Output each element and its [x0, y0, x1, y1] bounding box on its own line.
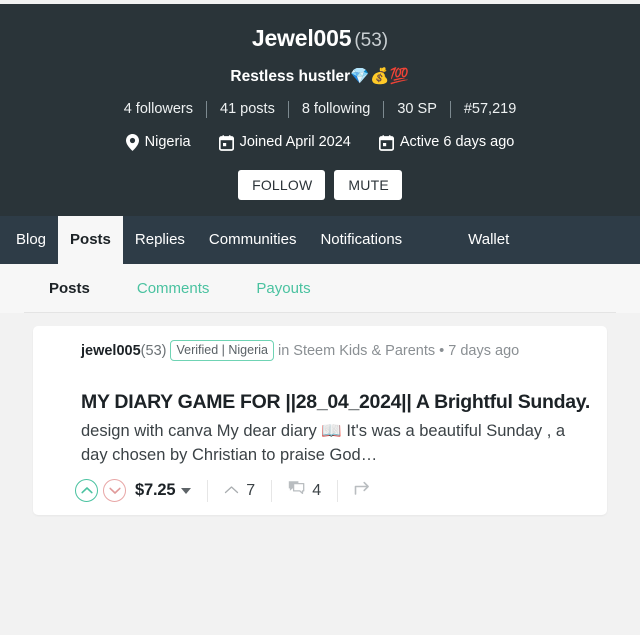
- profile-meta-row: Nigeria Joined April 2024 Active 6 days …: [10, 133, 630, 152]
- post-body: MY DIARY GAME FOR ||28_04_2024|| A Brigh…: [33, 362, 607, 467]
- location-pin-icon: [125, 134, 139, 151]
- post-action-bar: $7.25 7 4: [33, 467, 607, 515]
- stat-followers[interactable]: 4 followers: [111, 100, 206, 119]
- tab-blog[interactable]: Blog: [4, 216, 58, 264]
- post-payout-amount: $7.25: [135, 481, 176, 499]
- meta-active-label: Active 6 days ago: [399, 134, 515, 150]
- chevron-down-icon: [181, 487, 192, 494]
- upvote-icon[interactable]: [75, 479, 98, 502]
- tab-communities[interactable]: Communities: [197, 216, 309, 264]
- tab-posts[interactable]: Posts: [58, 216, 123, 264]
- downvote-icon[interactable]: [103, 479, 126, 502]
- follow-button[interactable]: FOLLOW: [238, 170, 326, 200]
- comment-count-group[interactable]: 4: [288, 480, 321, 501]
- profile-reputation: (53): [354, 30, 389, 51]
- meta-location: Nigeria: [112, 133, 205, 152]
- profile-name-row: Jewel005 (53): [10, 24, 630, 55]
- post-card: jewel005(53) Verified | Nigeria in Steem K…: [33, 326, 607, 515]
- steemit-profile-page: Jewel005 (53) Restless hustler💎💰💯 4 follo…: [0, 0, 640, 635]
- status-badge: Verified | Nigeria: [170, 340, 274, 361]
- reshare-icon: [354, 480, 373, 501]
- post-community-and-time[interactable]: in Steem Kids & Parents • 7 days ago: [278, 343, 519, 359]
- tab-notifications[interactable]: Notifications: [308, 216, 414, 264]
- meta-joined: Joined April 2024: [205, 133, 365, 152]
- vote-count-group[interactable]: 7: [224, 482, 255, 500]
- stat-following[interactable]: 8 following: [289, 100, 384, 119]
- post-feed: jewel005(53) Verified | Nigeria in Steem K…: [0, 313, 640, 635]
- post-author[interactable]: jewel005: [81, 343, 141, 359]
- mute-button[interactable]: MUTE: [334, 170, 402, 200]
- post-summary[interactable]: design with canva My dear diary 📖 It's w…: [81, 419, 593, 467]
- stat-rank[interactable]: #57,219: [451, 100, 529, 119]
- profile-display-name: Jewel005: [251, 25, 352, 51]
- subtab-comments[interactable]: Comments: [137, 280, 210, 298]
- calendar-icon: [218, 134, 234, 151]
- comment-bubble-icon: [288, 480, 305, 501]
- profile-stats-row: 4 followers 41 posts 8 following 30 SP #…: [10, 100, 630, 119]
- calendar-icon: [378, 134, 394, 151]
- tab-replies[interactable]: Replies: [123, 216, 197, 264]
- chevron-up-icon: [224, 482, 239, 500]
- vote-count: 7: [246, 481, 256, 499]
- post-payout[interactable]: $7.25: [135, 481, 192, 500]
- action-divider: [271, 479, 273, 502]
- profile-header: Jewel005 (53) Restless hustler💎💰💯 4 follo…: [0, 4, 640, 216]
- profile-bio: Restless hustler💎💰💯: [10, 67, 630, 87]
- profile-action-buttons: FOLLOW MUTE: [10, 170, 630, 200]
- action-divider: [207, 479, 209, 502]
- reshare-button[interactable]: [354, 480, 373, 501]
- meta-active: Active 6 days ago: [365, 133, 528, 152]
- stat-posts[interactable]: 41 posts: [207, 100, 288, 119]
- comment-count: 4: [312, 481, 322, 499]
- profile-bio-emoji: 💎💰💯: [350, 68, 410, 85]
- subtab-posts[interactable]: Posts: [49, 280, 90, 298]
- tab-wallet[interactable]: Wallet: [456, 216, 521, 264]
- post-byline: jewel005(53) Verified | Nigeria in Steem K…: [33, 340, 607, 362]
- sub-tab-section: Posts Comments Payouts: [0, 264, 640, 313]
- vote-controls: [75, 479, 126, 502]
- action-divider: [337, 479, 339, 502]
- post-author-reputation: (53): [140, 343, 167, 359]
- main-tab-bar: Blog Posts Replies Communities Notificat…: [0, 216, 640, 264]
- sub-tab-bar: Posts Comments Payouts: [0, 280, 640, 312]
- subtab-payouts[interactable]: Payouts: [256, 280, 310, 298]
- profile-bio-text: Restless hustler: [230, 68, 351, 85]
- post-title[interactable]: MY DIARY GAME FOR ||28_04_2024|| A Brigh…: [81, 390, 593, 414]
- stat-steem-power[interactable]: 30 SP: [384, 100, 450, 119]
- meta-location-label: Nigeria: [144, 134, 191, 150]
- meta-joined-label: Joined April 2024: [239, 134, 351, 150]
